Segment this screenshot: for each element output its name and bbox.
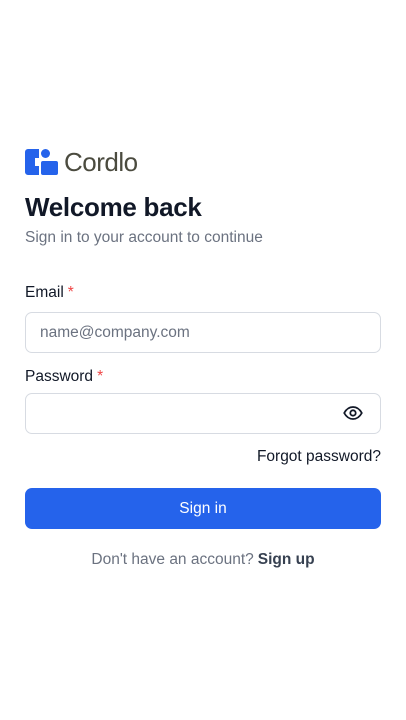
password-label: Password * — [25, 367, 103, 387]
password-label-text: Password — [25, 368, 94, 385]
sign-in-button[interactable]: Sign in — [25, 488, 381, 529]
show-password-button[interactable] — [341, 402, 365, 424]
signup-prompt-text: Don't have an account? — [91, 551, 254, 568]
password-field[interactable] — [25, 393, 381, 434]
required-marker: * — [67, 284, 74, 301]
eye-icon — [343, 406, 363, 420]
page-subtitle: Sign in to your account to continue — [25, 229, 263, 246]
brand: Cordlo — [25, 146, 138, 178]
page-title: Welcome back — [25, 192, 202, 222]
sign-in-page: Cordlo Welcome back Sign in to your acco… — [0, 0, 406, 720]
cordlo-logo-icon — [25, 149, 58, 175]
forgot-password-link[interactable]: Forgot password? — [257, 447, 381, 467]
sign-up-link[interactable]: Sign up — [258, 551, 315, 568]
email-label-text: Email — [25, 284, 64, 301]
brand-name: Cordlo — [64, 147, 138, 177]
email-label: Email * — [25, 283, 74, 303]
required-marker: * — [97, 368, 104, 385]
signup-prompt: Don't have an account? Sign up — [0, 550, 406, 570]
email-field[interactable] — [25, 312, 381, 353]
